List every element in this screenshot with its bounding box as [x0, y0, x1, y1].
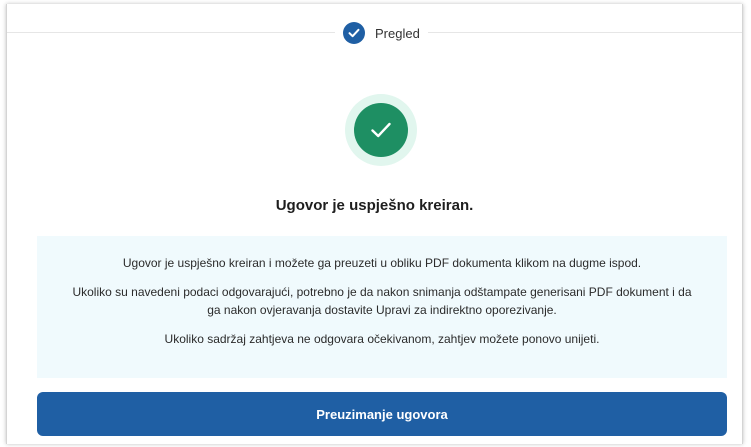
success-title: Ugovor je uspješno kreiran.	[275, 197, 474, 214]
info-box: Ugovor je uspješno kreiran i možete ga p…	[37, 236, 727, 378]
download-contract-button[interactable]: Preuzimanje ugovora	[37, 392, 727, 436]
contract-success-panel: Pregled Ugovor je uspješno kreiran. Ugov…	[6, 4, 743, 444]
check-icon	[343, 22, 365, 44]
step-label: Pregled	[375, 25, 420, 41]
success-icon-halo	[345, 94, 417, 166]
info-paragraph: Ugovor je uspješno kreiran i možete ga p…	[122, 256, 642, 270]
info-paragraph: Ukoliko sadržaj zahtjeva ne odgovara oče…	[164, 332, 600, 346]
info-paragraph: Ukoliko su navedeni podaci odgovarajući,…	[72, 285, 692, 317]
success-check-icon	[354, 103, 408, 157]
stepper-step-review: Pregled	[335, 20, 428, 46]
